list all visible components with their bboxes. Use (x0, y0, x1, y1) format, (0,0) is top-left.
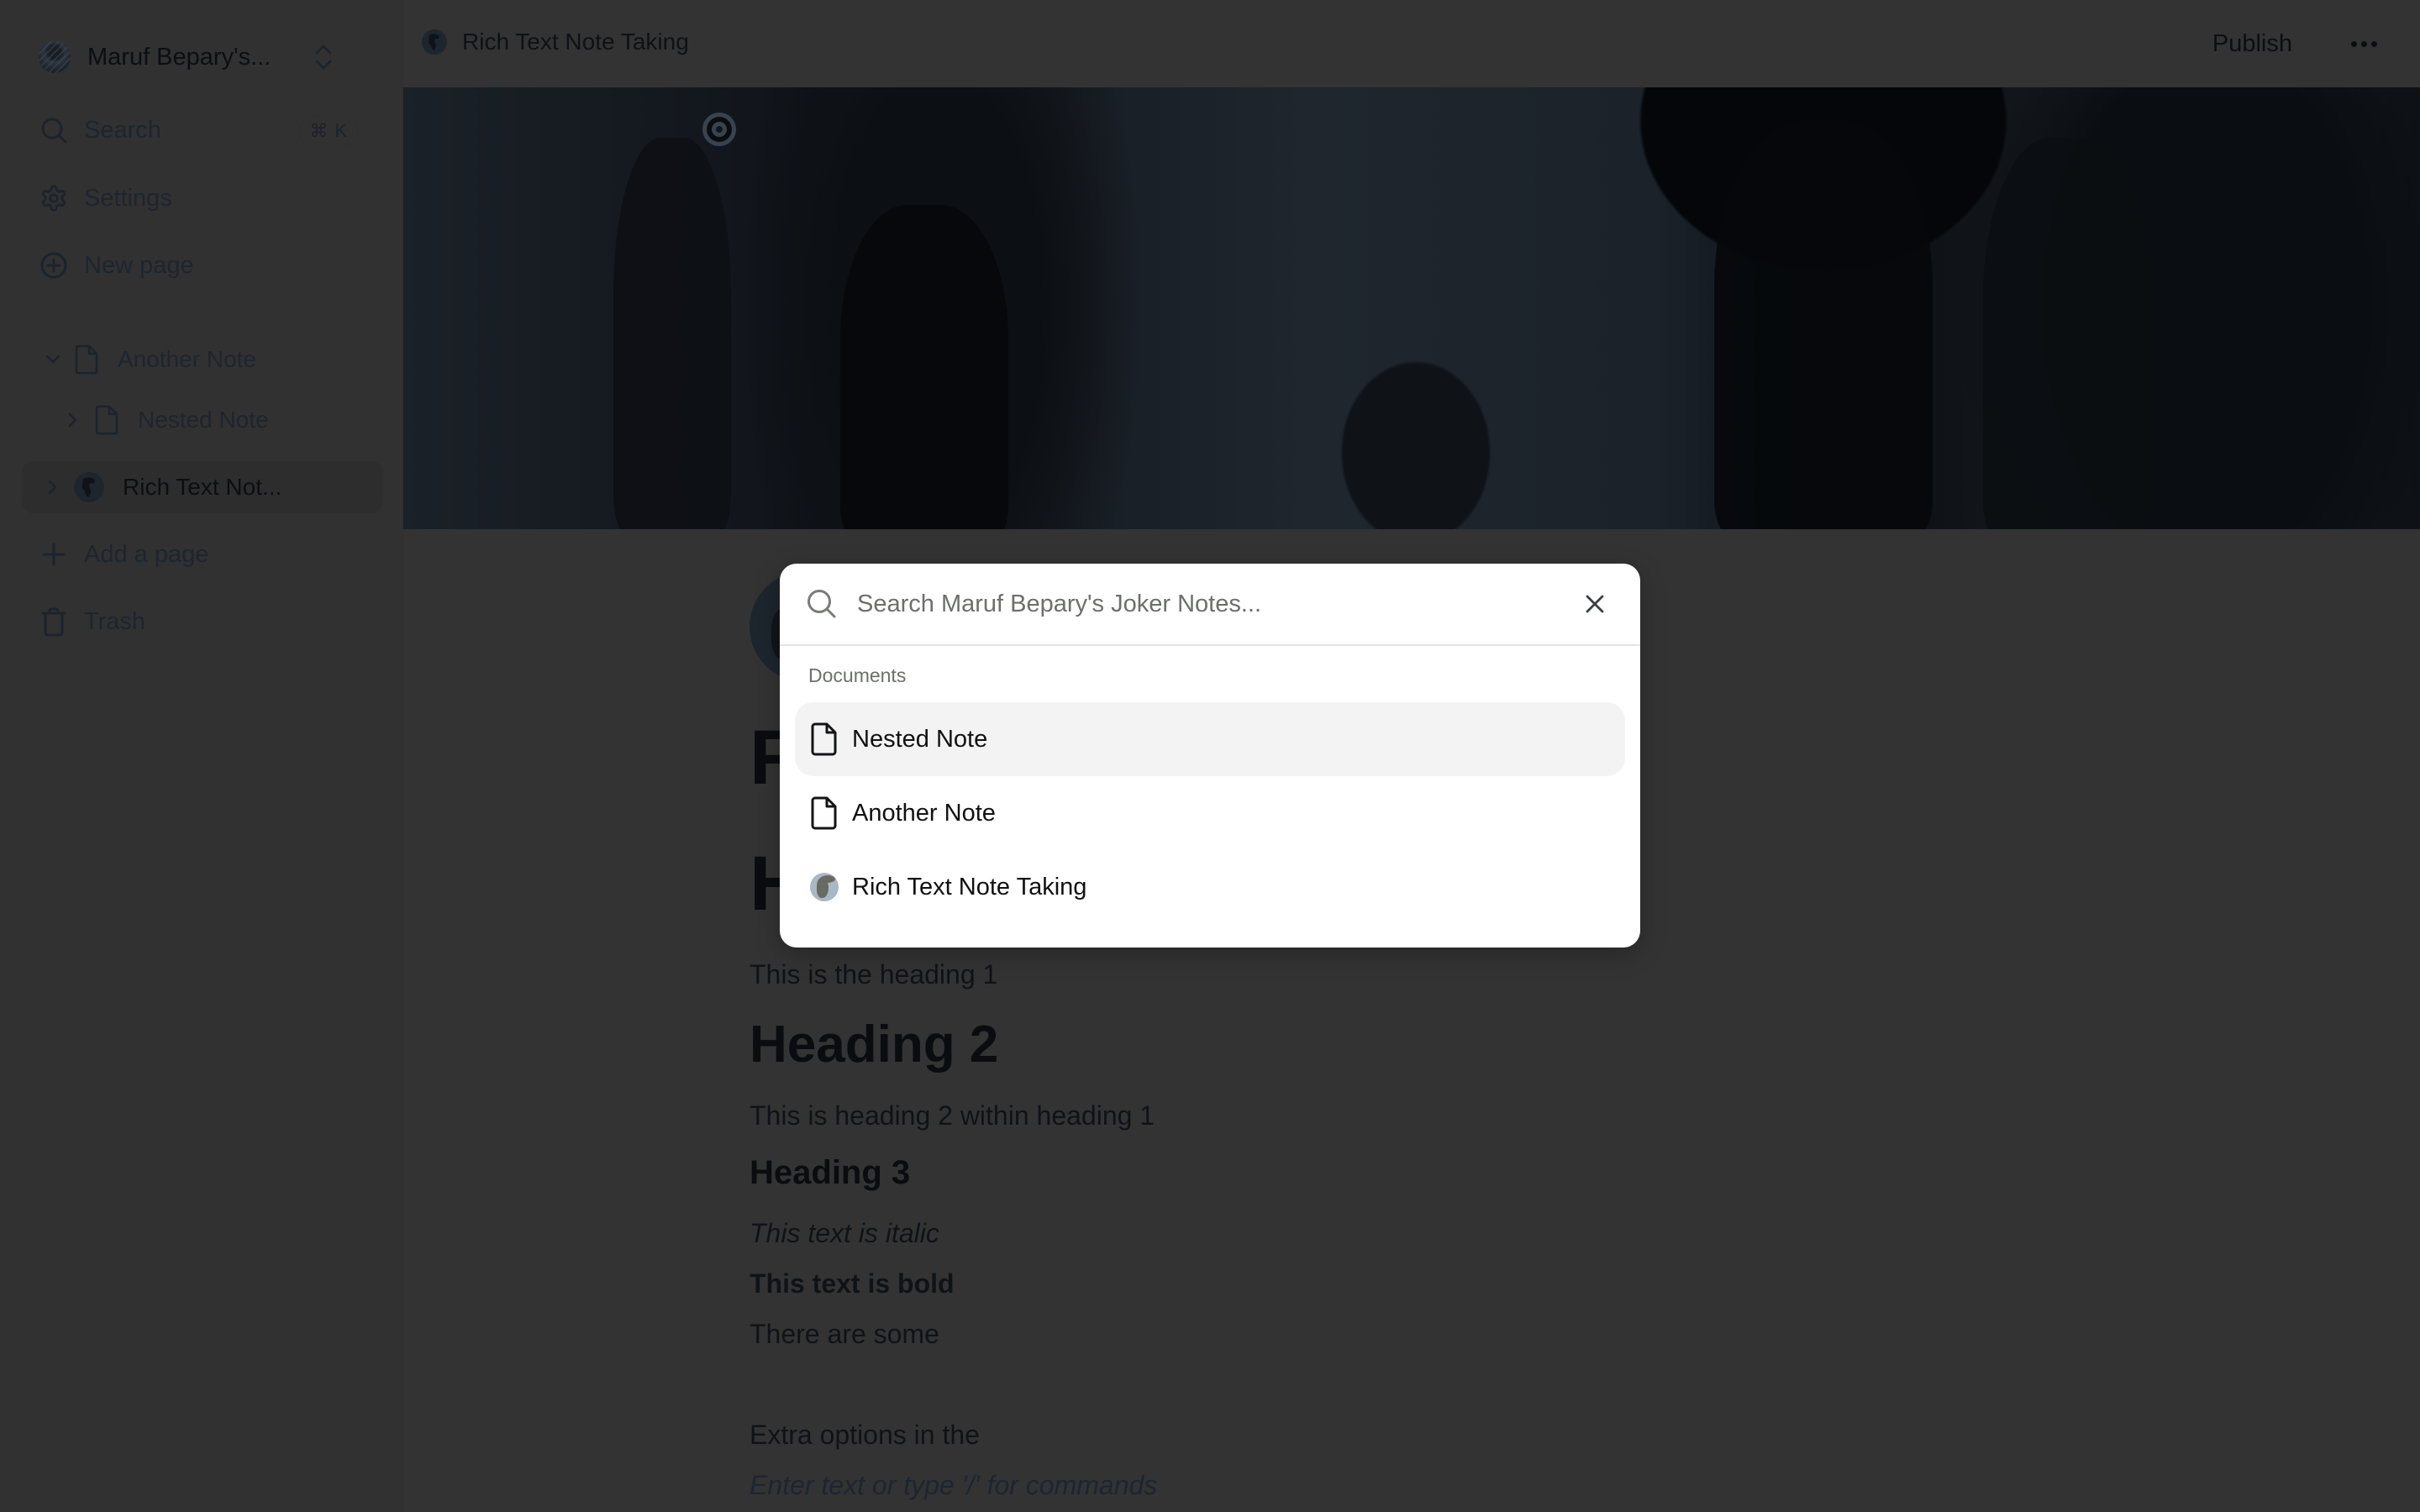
close-button[interactable] (1575, 584, 1615, 624)
paragraph[interactable]: Extra options in the (750, 1420, 980, 1451)
sidebar: Maruf Bepary's... Search ⌘ K Settings Ne… (0, 0, 403, 1512)
globe-icon (810, 873, 839, 901)
globe-icon (74, 472, 104, 502)
result-label: Rich Text Note Taking (852, 873, 1087, 900)
tree-item-rich-text-note[interactable]: Rich Text Not... (22, 461, 383, 513)
more-options-button[interactable] (2341, 25, 2386, 62)
sidebar-item-label: Add a page (84, 540, 209, 568)
workspace-switcher[interactable]: Maruf Bepary's... (39, 37, 341, 77)
dot-icon (2370, 40, 2377, 47)
search-shortcut-badge: ⌘ K (298, 116, 358, 146)
sidebar-item-settings[interactable]: Settings (39, 177, 358, 219)
plus-icon (39, 539, 69, 570)
file-icon (811, 722, 837, 756)
breadcrumb-title: Rich Text Note Taking (462, 29, 689, 55)
file-icon (75, 344, 98, 375)
result-label: Another Note (852, 799, 996, 827)
file-icon (95, 405, 118, 435)
result-item-another-note[interactable]: Another Note (795, 776, 1625, 850)
chevron-right-icon[interactable] (64, 411, 82, 429)
paragraph[interactable]: This is the heading 1 (750, 959, 997, 990)
workspace-name: Maruf Bepary's... (87, 43, 271, 71)
chevron-right-icon[interactable] (44, 478, 62, 496)
search-bar (780, 564, 1640, 646)
sidebar-item-label: Search (84, 116, 161, 144)
sidebar-item-label: Settings (84, 184, 172, 212)
bold-paragraph[interactable]: This text is bold (750, 1268, 955, 1299)
globe-icon (422, 29, 447, 55)
tree-item-label: Rich Text Not... (123, 474, 282, 500)
top-bar: Rich Text Note Taking Publish (403, 0, 2420, 87)
dot-icon (2350, 40, 2357, 47)
search-icon (39, 115, 69, 145)
tree-item-label: Nested Note (138, 407, 269, 433)
result-item-nested-note[interactable]: Nested Note (795, 702, 1625, 776)
cover-figure (840, 205, 1008, 529)
search-input[interactable] (857, 590, 1575, 618)
breadcrumb[interactable]: Rich Text Note Taking (422, 29, 689, 55)
result-item-rich-text-note-taking[interactable]: Rich Text Note Taking (795, 850, 1625, 924)
cover-figure (1714, 121, 1933, 529)
results-section-label: Documents (808, 664, 907, 686)
heading-2[interactable]: Heading 2 (750, 1015, 998, 1074)
sidebar-item-trash[interactable]: Trash (39, 601, 358, 643)
cover-emblem (702, 113, 736, 146)
shortcut-key: K (334, 120, 347, 141)
italic-paragraph[interactable]: This text is italic (750, 1218, 939, 1249)
paragraph[interactable]: There are some (750, 1319, 939, 1350)
file-icon (811, 796, 837, 830)
cover-figure (1983, 138, 2151, 529)
command-key-icon: ⌘ (309, 120, 329, 141)
chevron-down-icon[interactable] (44, 350, 62, 369)
close-icon (1586, 595, 1604, 613)
trash-icon (39, 606, 69, 637)
sidebar-item-label: Trash (84, 607, 146, 635)
globe-landmass (817, 878, 829, 898)
publish-button[interactable]: Publish (2206, 25, 2299, 63)
heading-3[interactable]: Heading 3 (750, 1154, 910, 1192)
cover-image (403, 87, 2420, 529)
gear-icon (39, 183, 69, 213)
results-list: Nested Note Another Note Rich Text Note … (780, 687, 1640, 924)
sidebar-item-label: New page (84, 251, 194, 279)
sidebar-item-search[interactable]: Search ⌘ K (39, 109, 358, 151)
plus-circle-icon (39, 250, 69, 281)
result-label: Nested Note (852, 725, 988, 753)
dot-icon (2360, 40, 2367, 47)
empty-block-placeholder[interactable]: Enter text or type '/' for commands (750, 1470, 1157, 1501)
search-icon (808, 590, 836, 618)
cover-figure (613, 138, 731, 529)
sidebar-item-new-page[interactable]: New page (39, 244, 358, 286)
tree-item-label: Another Note (118, 346, 256, 372)
paragraph[interactable]: This is heading 2 within heading 1 (750, 1100, 1155, 1131)
workspace-avatar (39, 41, 71, 73)
chevrons-up-down-icon (315, 45, 332, 70)
search-dialog: Documents Nested Note Another Note Rich … (780, 564, 1640, 948)
tree-item-nested-note[interactable]: Nested Note (64, 394, 269, 446)
sidebar-item-add-page[interactable]: Add a page (39, 533, 358, 575)
tree-item-another-note[interactable]: Another Note (44, 333, 256, 386)
